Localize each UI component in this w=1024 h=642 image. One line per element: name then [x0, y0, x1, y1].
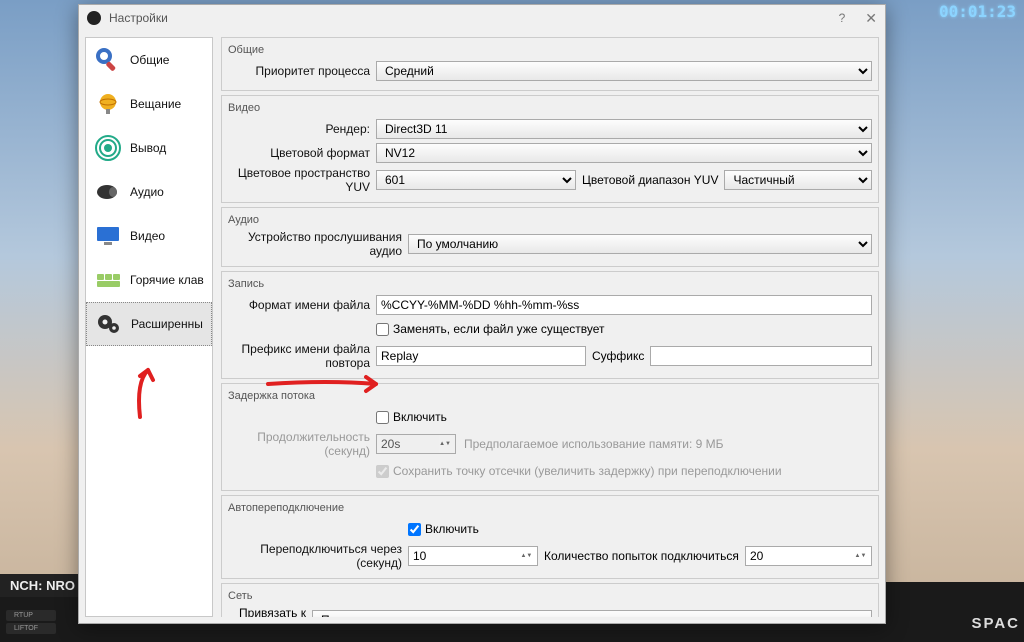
retries-label: Количество попыток подключиться	[544, 549, 739, 563]
sidebar-item-stream[interactable]: Вещание	[86, 82, 212, 126]
retries-spin[interactable]: ▲▼	[745, 546, 872, 566]
group-network: Сеть Привязать к IP По умолчанию Включит…	[221, 583, 879, 617]
group-title: Автопереподключение	[228, 502, 872, 514]
timer: 00:01:23	[939, 2, 1016, 21]
wrench-icon	[90, 42, 126, 78]
sidebar-label: Аудио	[130, 185, 164, 199]
app-icon	[87, 11, 101, 25]
brand-text: SPAC	[971, 615, 1020, 632]
priority-label: Приоритет процесса	[228, 64, 376, 78]
render-select[interactable]: Direct3D 11	[376, 119, 872, 139]
render-label: Рендер:	[228, 122, 376, 136]
help-button[interactable]: ?	[839, 11, 846, 25]
group-recording: Запись Формат имени файла Заменять, если…	[221, 271, 879, 379]
sidebar: Общие Вещание Вывод Аудио	[85, 37, 213, 617]
group-general: Общие Приоритет процесса Средний	[221, 37, 879, 91]
sidebar-label: Расширенны	[131, 317, 203, 331]
globe-icon	[90, 86, 126, 122]
duration-spin: ▲▼	[376, 434, 456, 454]
sidebar-label: Видео	[130, 229, 165, 243]
sidebar-item-hotkeys[interactable]: Горячие клав	[86, 258, 212, 302]
mem-estimate: Предполагаемое использование памяти: 9 М…	[464, 437, 724, 451]
prefix-label: Префикс имени файла повтора	[228, 342, 376, 370]
window-title: Настройки	[109, 11, 839, 25]
duration-label: Продолжительность (секунд)	[228, 430, 376, 458]
sidebar-item-audio[interactable]: Аудио	[86, 170, 212, 214]
keyboard-icon	[90, 262, 126, 298]
sidebar-item-general[interactable]: Общие	[86, 38, 212, 82]
colorspace-label: Цветовое пространство YUV	[228, 166, 376, 194]
colorrange-label: Цветовой диапазон YUV	[582, 173, 718, 187]
group-video: Видео Рендер: Direct3D 11 Цветовой форма…	[221, 95, 879, 203]
speaker-icon	[90, 174, 126, 210]
colorfmt-label: Цветовой формат	[228, 146, 376, 160]
group-title: Запись	[228, 278, 872, 290]
overwrite-check[interactable]: Заменять, если файл уже существует	[376, 322, 605, 336]
audio-device-label: Устройство прослушивания аудио	[228, 230, 408, 258]
group-title: Аудио	[228, 214, 872, 226]
priority-select[interactable]: Средний	[376, 61, 872, 81]
group-title: Видео	[228, 102, 872, 114]
gears-icon	[91, 306, 127, 342]
colorspace-select[interactable]: 601	[376, 170, 576, 190]
bind-select[interactable]: По умолчанию	[312, 610, 872, 617]
group-stream-delay: Задержка потока Включить Продолжительнос…	[221, 383, 879, 491]
group-title: Общие	[228, 44, 872, 56]
bg-btn-rtup: RTUP	[6, 610, 56, 621]
reconnect-delay-spin[interactable]: ▲▼	[408, 546, 538, 566]
mission-label: NCH: NRO	[0, 574, 85, 597]
main-panel: Общие Приоритет процесса Средний Видео Р…	[213, 37, 879, 617]
settings-window: Настройки ? ✕ Общие Вещание Вывод	[78, 4, 886, 624]
group-title: Сеть	[228, 590, 872, 602]
colorrange-select[interactable]: Частичный	[724, 170, 872, 190]
suffix-label: Суффикс	[592, 349, 644, 363]
reconnect-enable-check[interactable]: Включить	[408, 522, 479, 536]
bg-btn-liftof: LIFTOF	[6, 623, 56, 634]
sidebar-item-advanced[interactable]: Расширенны	[86, 302, 212, 346]
sidebar-label: Горячие клав	[130, 273, 204, 287]
monitor-icon	[90, 218, 126, 254]
bind-label: Привязать к IP	[228, 606, 312, 617]
sidebar-item-video[interactable]: Видео	[86, 214, 212, 258]
audio-device-select[interactable]: По умолчанию	[408, 234, 872, 254]
delay-enable-check[interactable]: Включить	[376, 410, 447, 424]
fname-label: Формат имени файла	[228, 298, 376, 312]
suffix-input[interactable]	[650, 346, 872, 366]
group-audio: Аудио Устройство прослушивания аудио По …	[221, 207, 879, 267]
sidebar-label: Вывод	[130, 141, 166, 155]
preserve-check: Сохранить точку отсечки (увеличить задер…	[376, 464, 782, 478]
colorfmt-select[interactable]: NV12	[376, 143, 872, 163]
sidebar-label: Общие	[130, 53, 169, 67]
group-reconnect: Автопереподключение Включить Переподключ…	[221, 495, 879, 579]
fname-input[interactable]	[376, 295, 872, 315]
close-button[interactable]: ✕	[865, 10, 877, 27]
sidebar-item-output[interactable]: Вывод	[86, 126, 212, 170]
titlebar[interactable]: Настройки ? ✕	[79, 5, 885, 31]
group-title: Задержка потока	[228, 390, 872, 402]
signal-icon	[90, 130, 126, 166]
reconnect-delay-label: Переподключиться через (секунд)	[228, 542, 408, 570]
prefix-input[interactable]	[376, 346, 586, 366]
sidebar-label: Вещание	[130, 97, 181, 111]
